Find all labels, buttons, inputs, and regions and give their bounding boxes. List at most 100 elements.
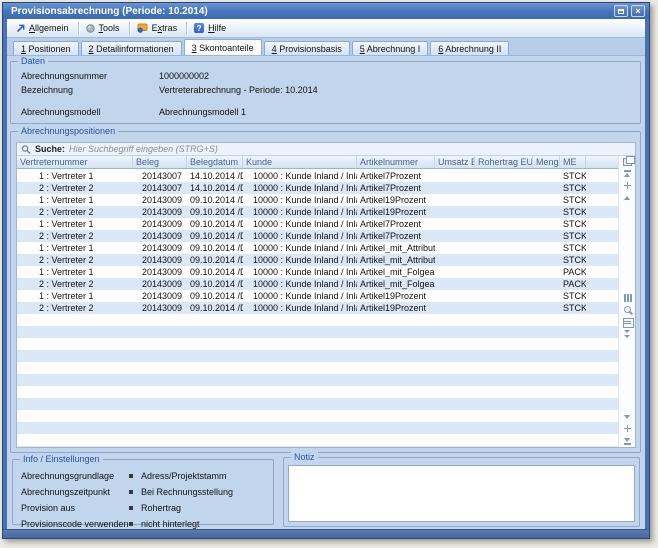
info-field: Provision ausRohertrag (21, 503, 269, 513)
cell (435, 422, 475, 434)
column-header-artikelnummer[interactable]: Artikelnummer (357, 156, 435, 168)
column-header-menge[interactable]: Menge (533, 156, 560, 168)
cell (435, 338, 475, 350)
table-row[interactable]: 1 : Vertreter 12014300909.10.2014 /Do100… (17, 218, 618, 230)
grid-search-row: Suche: Hier Suchbegriff eingeben (STRG+S… (17, 143, 635, 156)
cell-text: 10000 (246, 182, 278, 194)
scroll-down-icon[interactable] (621, 411, 634, 423)
cell: 2 : Vertreter 2 (17, 182, 133, 194)
cell (187, 350, 243, 362)
info-field: AbrechnungszeitpunktBei Rechnungsstellun… (21, 487, 269, 497)
cell: 14.10.2014 /Di (187, 182, 243, 194)
info-field: AbrechnungsgrundlageAdress/Projektstamm (21, 471, 269, 481)
app-window: Provisionsabrechnung (Periode: 10.2014) … (2, 2, 650, 539)
cell (133, 422, 187, 434)
cell (187, 362, 243, 374)
toolbar-item-extras[interactable]: Extras (132, 21, 185, 35)
table-row[interactable]: 1 : Vertreter 12014300909.10.2014 /Do100… (17, 194, 618, 206)
cell (133, 398, 187, 410)
notiz-textarea[interactable] (288, 465, 635, 522)
toolbar-separator (129, 22, 130, 35)
row-plus-icon[interactable] (621, 180, 634, 192)
table-row[interactable]: 2 : Vertreter 22014300909.10.2014 /Do100… (17, 206, 618, 218)
cell (435, 182, 475, 194)
table-row[interactable]: 1 : Vertreter 12014300714.10.2014 /Di100… (17, 170, 618, 182)
cell (586, 266, 618, 278)
table-row[interactable]: 2 : Vertreter 22014300909.10.2014 /Do100… (17, 254, 618, 266)
cell (243, 314, 357, 326)
column-header-belegdatum[interactable]: Belegdatum (187, 156, 243, 168)
window-title: Provisionsabrechnung (Periode: 10.2014) (11, 6, 611, 17)
cell (475, 242, 533, 254)
columns-icon[interactable] (621, 292, 634, 304)
scroll-up-icon[interactable] (621, 192, 634, 204)
cell (533, 230, 560, 242)
table-row[interactable]: 1 : Vertreter 12014300909.10.2014 /Do100… (17, 290, 618, 302)
table-row[interactable]: 2 : Vertreter 22014300909.10.2014 /Do100… (17, 230, 618, 242)
table-row-empty (17, 422, 618, 434)
column-header-rohertrag-eur[interactable]: Rohertrag EUR (475, 156, 533, 168)
cell (533, 374, 560, 386)
cell (560, 386, 586, 398)
cell (475, 350, 533, 362)
bullet-icon (129, 522, 133, 526)
cell (17, 338, 133, 350)
tab-positionen[interactable]: 1 Positionen (13, 41, 79, 55)
cell (243, 374, 357, 386)
restore-button[interactable] (614, 5, 628, 17)
column-header-vertreternummer[interactable]: Vertreternummer (17, 156, 133, 168)
tab-detailinformationen[interactable]: 2 Detailinformationen (81, 41, 182, 55)
row-plus-icon[interactable] (621, 423, 634, 435)
cell: STCK (560, 290, 586, 302)
cell: 20143009 (133, 230, 187, 242)
table-row[interactable]: 2 : Vertreter 22014300714.10.2014 /Di100… (17, 182, 618, 194)
table-row[interactable]: 1 : Vertreter 12014300909.10.2014 /Do100… (17, 242, 618, 254)
cell (133, 350, 187, 362)
cell (533, 338, 560, 350)
column-header-beleg[interactable]: Beleg (133, 156, 187, 168)
table-row-empty (17, 350, 618, 362)
cell (17, 314, 133, 326)
filter-icon[interactable] (621, 328, 634, 340)
tab-abrechnung-ii[interactable]: 6 Abrechnung II (430, 41, 509, 55)
cell (435, 398, 475, 410)
cell: STCK (560, 302, 586, 314)
cell: 1 : Vertreter 1 (17, 290, 133, 302)
toolbar-item-tools[interactable]: Tools (81, 21, 127, 35)
scroll-first-icon[interactable] (621, 168, 634, 180)
cell (17, 362, 133, 374)
cell (357, 446, 435, 447)
zoom-icon[interactable] (621, 304, 634, 316)
column-chooser-icon[interactable] (621, 156, 634, 168)
layout-icon[interactable] (621, 316, 634, 328)
cell (475, 314, 533, 326)
tab-skontoanteile[interactable]: 3 Skontoanteile (184, 39, 262, 55)
toolbar-item-allgemein[interactable]: Allgemein (11, 21, 76, 35)
info-field-label: Abrechnungszeitpunkt (21, 487, 129, 497)
close-button[interactable] (631, 5, 645, 17)
table-row[interactable]: 2 : Vertreter 22014300909.10.2014 /Do100… (17, 278, 618, 290)
grid-header: VertreternummerBelegBelegdatumKundeArtik… (17, 156, 618, 169)
tab-provisionsbasis[interactable]: 4 Provisionsbasis (264, 41, 350, 55)
cell (475, 326, 533, 338)
scroll-last-icon[interactable] (621, 435, 634, 447)
cell: 1 : Vertreter 1 (17, 242, 133, 254)
cell (133, 410, 187, 422)
cell (533, 242, 560, 254)
column-header-kunde[interactable]: Kunde (243, 156, 357, 168)
cell (586, 410, 618, 422)
cell (187, 398, 243, 410)
cell: 2 : Vertreter 2 (17, 206, 133, 218)
toolbar-item-hilfe[interactable]: Hilfe (189, 21, 233, 35)
column-header-umsatz-eur[interactable]: Umsatz EUR (435, 156, 475, 168)
search-input[interactable]: Hier Suchbegriff eingeben (STRG+S) (69, 144, 635, 154)
table-row[interactable]: 2 : Vertreter 22014300909.10.2014 /Do100… (17, 302, 618, 314)
tab-abrechnung-i[interactable]: 5 Abrechnung I (352, 41, 429, 55)
cell: STCK (560, 206, 586, 218)
cell (586, 422, 618, 434)
column-header-me[interactable]: ME (560, 156, 586, 168)
cell: 09.10.2014 /Do (187, 218, 243, 230)
table-row[interactable]: 1 : Vertreter 12014300909.10.2014 /Do100… (17, 266, 618, 278)
cell (533, 278, 560, 290)
daten-field: BezeichnungVertreterabrechnung - Periode… (21, 85, 634, 95)
